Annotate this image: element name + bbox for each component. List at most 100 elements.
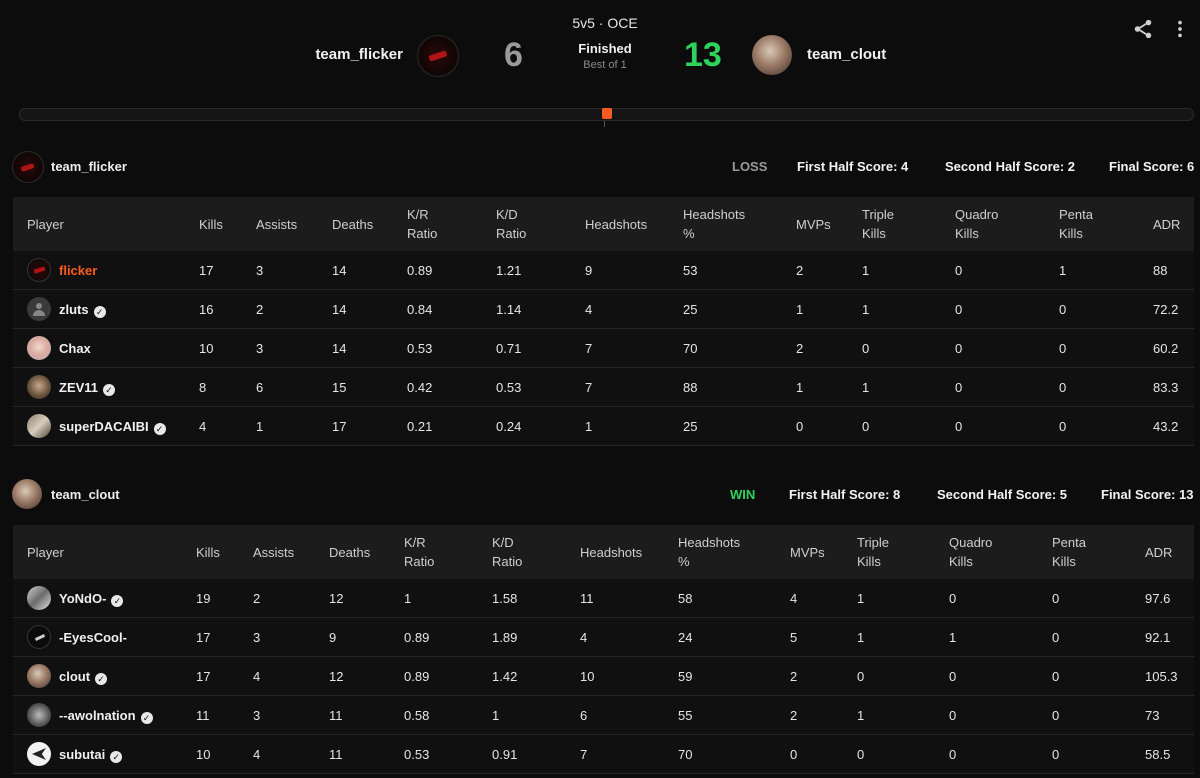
stat-cell: 58: [678, 591, 693, 606]
player-name[interactable]: -EyesCool-: [59, 630, 127, 645]
table-row[interactable]: superDACAIBI ✓ 4 1 17 0.21 0.24 1 25 0 0 0 0 43.2: [13, 407, 1194, 446]
stat-cell: 0.84: [407, 302, 433, 317]
team-result: LOSS: [732, 159, 768, 174]
column-header[interactable]: ADR: [1145, 543, 1172, 562]
column-header[interactable]: Headshots: [580, 543, 642, 562]
player-name[interactable]: ZEV11 ✓: [59, 380, 116, 396]
team-summary-bar: team_flicker LOSS First Half Score: 4 Secon…: [0, 149, 1200, 185]
match-mode: 5v5 · OCE: [572, 15, 638, 31]
stat-cell: 0: [1059, 341, 1067, 356]
column-header[interactable]: Player: [27, 543, 64, 562]
player-avatar[interactable]: [27, 742, 51, 766]
player-avatar[interactable]: [27, 414, 51, 438]
player-avatar[interactable]: [27, 703, 51, 727]
stat-cell: 0: [949, 669, 957, 684]
best-of-label: Best of 1: [583, 59, 627, 71]
round-timeline[interactable]: [19, 108, 1194, 127]
column-header-line: Headshots: [683, 207, 746, 222]
column-header[interactable]: MVPs: [790, 543, 825, 562]
stat-cell: 3: [256, 263, 264, 278]
stat-cell: 1: [404, 591, 412, 606]
column-header-line: Quadro: [955, 207, 999, 222]
player-name-text: --awolnation: [59, 708, 136, 723]
column-header[interactable]: Headshots%: [683, 205, 745, 243]
player-avatar[interactable]: [27, 336, 51, 360]
column-header[interactable]: MVPs: [796, 215, 831, 234]
column-header[interactable]: ADR: [1153, 215, 1180, 234]
column-header[interactable]: Assists: [256, 215, 297, 234]
player-avatar[interactable]: [27, 664, 51, 688]
player-name[interactable]: --awolnation ✓: [59, 708, 153, 724]
column-header[interactable]: Deaths: [329, 543, 370, 562]
team-name[interactable]: team_flicker: [51, 159, 127, 174]
stat-cell: 0: [1059, 419, 1067, 434]
more-vertical-icon[interactable]: [1172, 18, 1188, 40]
player-avatar[interactable]: [27, 586, 51, 610]
column-header[interactable]: K/R Ratio: [407, 205, 437, 243]
player-avatar[interactable]: [27, 375, 51, 399]
player-name[interactable]: YoNdO- ✓: [59, 591, 124, 607]
match-status: Finished: [578, 41, 632, 56]
column-header[interactable]: Triple Kills: [862, 205, 894, 243]
stat-cell: 1: [796, 380, 804, 395]
column-header[interactable]: Kills: [199, 215, 223, 234]
team-name[interactable]: team_clout: [51, 487, 120, 502]
player-name[interactable]: clout ✓: [59, 669, 108, 685]
column-header[interactable]: Deaths: [332, 215, 373, 234]
table-row[interactable]: subutai ✓ 10 4 11 0.53 0.91 7 70 0 0 0 0 58.5: [13, 735, 1194, 774]
stat-cell: 92.1: [1145, 630, 1171, 645]
column-header-line: Headshots: [585, 217, 648, 232]
column-header-line: Assists: [253, 545, 295, 560]
player-name[interactable]: flicker: [59, 263, 97, 278]
stat-cell: 19: [196, 591, 211, 606]
table-row[interactable]: YoNdO- ✓ 19 2 12 1 1.58 11 58 4 1 0 0 97.6: [13, 579, 1194, 618]
column-header[interactable]: Headshots: [585, 215, 647, 234]
player-name[interactable]: subutai ✓: [59, 747, 123, 763]
column-header[interactable]: K/D Ratio: [492, 533, 522, 571]
stat-cell: 0.53: [496, 380, 522, 395]
column-header[interactable]: Kills: [196, 543, 220, 562]
verified-check-icon: ✓: [111, 595, 124, 607]
stat-cell: 1: [1059, 263, 1067, 278]
table-row[interactable]: flicker 17 3 14 0.89 1.21 9 53 2 1 0 1 88: [13, 251, 1194, 290]
team2-name[interactable]: team_clout: [807, 46, 886, 63]
stat-cell: 14: [332, 341, 347, 356]
column-header[interactable]: Player: [27, 215, 64, 234]
table-row[interactable]: clout ✓ 17 4 12 0.89 1.42 10 59 2 0 0 0 105.3: [13, 657, 1194, 696]
team1-avatar[interactable]: [417, 35, 459, 77]
column-header[interactable]: Penta Kills: [1059, 205, 1093, 243]
table-row[interactable]: -EyesCool- 17 3 9 0.89 1.89 4 24 5 1 1 0 92.1: [13, 618, 1194, 657]
player-avatar[interactable]: [27, 297, 51, 321]
player-name-text: zluts: [59, 302, 89, 317]
column-header[interactable]: K/R Ratio: [404, 533, 434, 571]
column-header[interactable]: Penta Kills: [1052, 533, 1086, 571]
column-header-line: Assists: [256, 217, 298, 232]
player-name[interactable]: superDACAIBI ✓: [59, 419, 166, 435]
stat-cell: 0: [1052, 708, 1060, 723]
player-name[interactable]: Chax: [59, 341, 91, 356]
stat-cell: 1: [857, 591, 865, 606]
team-avatar[interactable]: [12, 479, 42, 509]
player-name[interactable]: zluts ✓: [59, 302, 106, 318]
column-header-line: MVPs: [796, 217, 831, 232]
column-header[interactable]: Quadro Kills: [949, 533, 992, 571]
column-header[interactable]: Quadro Kills: [955, 205, 998, 243]
player-avatar[interactable]: [27, 258, 51, 282]
team1-name[interactable]: team_flicker: [315, 46, 403, 63]
column-header[interactable]: Assists: [253, 543, 294, 562]
table-row[interactable]: --awolnation ✓ 11 3 11 0.58 1 6 55 2 1 0 0 73: [13, 696, 1194, 735]
player-name-text: Chax: [59, 341, 91, 356]
team-avatar[interactable]: [12, 151, 44, 183]
column-header[interactable]: K/D Ratio: [496, 205, 526, 243]
timeline-marker[interactable]: [601, 108, 612, 119]
column-header[interactable]: Triple Kills: [857, 533, 889, 571]
team2-avatar[interactable]: [752, 35, 792, 75]
column-header[interactable]: Headshots%: [678, 533, 740, 571]
table-row[interactable]: zluts ✓ 16 2 14 0.84 1.14 4 25 1 1 0 0 72.2: [13, 290, 1194, 329]
share-icon[interactable]: [1132, 18, 1154, 40]
stat-cell: 7: [585, 341, 593, 356]
table-row[interactable]: Chax 10 3 14 0.53 0.71 7 70 2 0 0 0 60.2: [13, 329, 1194, 368]
player-avatar[interactable]: [27, 625, 51, 649]
first-half-score: First Half Score: 8: [789, 487, 901, 502]
table-row[interactable]: ZEV11 ✓ 8 6 15 0.42 0.53 7 88 1 1 0 0 83.3: [13, 368, 1194, 407]
